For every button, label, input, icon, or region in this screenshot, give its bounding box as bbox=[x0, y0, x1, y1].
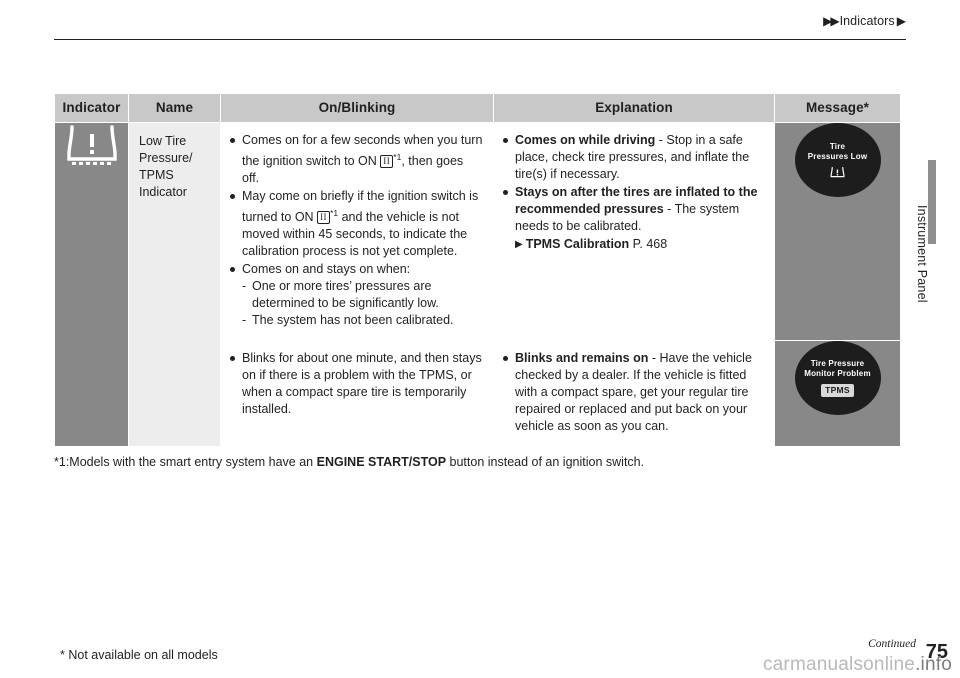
watermark-dark: .info bbox=[915, 654, 952, 675]
bullet-item: Comes on for a few seconds when you turn… bbox=[229, 132, 483, 187]
ignition-key-glyph: II bbox=[317, 211, 331, 225]
bullet-text: Comes on and stays on when: bbox=[242, 262, 411, 277]
cross-reference[interactable]: ▶ TPMS Calibration P. 468 bbox=[502, 236, 764, 254]
explanation-cell-row2: Blinks and remains on - Have the vehicle… bbox=[493, 340, 775, 448]
bullet-item: Blinks for about one minute, and then st… bbox=[229, 350, 483, 418]
indicator-name: Low Tire Pressure/ TPMS Indicator bbox=[128, 121, 221, 448]
col-header-message: Message* bbox=[774, 93, 901, 123]
tpms-badge: TPMS bbox=[821, 384, 854, 398]
footer-note: * Not available on all models bbox=[60, 648, 218, 662]
ignition-key-glyph: II bbox=[380, 155, 394, 169]
watermark-light: carmanualsonline bbox=[762, 654, 916, 675]
explanation-bold: Comes on while driving bbox=[515, 133, 656, 147]
continued-label: Continued bbox=[868, 638, 916, 650]
footnote-ref: *1 bbox=[330, 208, 339, 219]
reference-label: TPMS Calibration bbox=[525, 237, 630, 251]
header-arrows-left: ▶▶ bbox=[823, 14, 840, 28]
low-tire-pressure-icon bbox=[66, 123, 118, 167]
bullet-item: Blinks and remains on - Have the vehicle… bbox=[502, 350, 764, 435]
message-line-2: Monitor Problem bbox=[804, 369, 871, 379]
bullet-item: Comes on while driving - Stop in a safe … bbox=[502, 132, 764, 183]
watermark: carmanualsonline.info bbox=[763, 654, 952, 676]
reference-arrow-icon: ▶ bbox=[515, 239, 523, 250]
col-header-name: Name bbox=[128, 93, 221, 123]
header-title: Indicators bbox=[839, 14, 895, 28]
on-blinking-cell-row2: Blinks for about one minute, and then st… bbox=[220, 340, 494, 448]
reference-page: P. 468 bbox=[632, 237, 668, 251]
section-tab-marker bbox=[928, 160, 936, 244]
table-row: Low Tire Pressure/ TPMS Indicator Comes … bbox=[54, 121, 901, 448]
message-graphic: Tire Pressure Monitor Problem TPMS bbox=[794, 341, 881, 416]
col-header-onblinking: On/Blinking bbox=[220, 93, 494, 123]
footnote-prefix: *1:Models with the smart entry system ha… bbox=[54, 455, 317, 469]
message-cell-row1: Tire Pressures Low bbox=[774, 121, 901, 342]
message-line-1: Tire bbox=[829, 141, 846, 151]
message-graphic: Tire Pressures Low bbox=[794, 123, 881, 197]
indicator-cell bbox=[54, 121, 129, 448]
explanation-cell-row1: Comes on while driving - Stop in a safe … bbox=[493, 121, 775, 342]
bullet-item: Stays on after the tires are inflated to… bbox=[502, 184, 764, 235]
message-cell-row2: Tire Pressure Monitor Problem TPMS bbox=[774, 340, 901, 448]
indicators-table: Indicator Name On/Blinking Explanation M… bbox=[54, 93, 901, 448]
table-header-row: Indicator Name On/Blinking Explanation M… bbox=[54, 93, 901, 123]
sub-item: One or more tires’ pressures are determi… bbox=[242, 278, 483, 312]
col-header-explanation: Explanation bbox=[493, 93, 775, 123]
footnote-suffix: button instead of an ignition switch. bbox=[446, 455, 645, 469]
tire-pressure-icon bbox=[830, 166, 845, 179]
on-blinking-cell-row1: Comes on for a few seconds when you turn… bbox=[220, 121, 494, 342]
bullet-item: Comes on and stays on when: One or more … bbox=[229, 261, 483, 329]
header-divider bbox=[54, 39, 906, 40]
section-label: Instrument Panel bbox=[915, 205, 929, 303]
page-header: ▶▶ Indicators ▶ bbox=[823, 14, 906, 28]
message-line-2: Pressures Low bbox=[807, 151, 868, 161]
message-line-1: Tire Pressure bbox=[810, 359, 865, 369]
footnote-bold: ENGINE START/STOP bbox=[316, 455, 447, 469]
footnote: *1:Models with the smart entry system ha… bbox=[54, 455, 644, 469]
explanation-bold: Blinks and remains on bbox=[515, 351, 649, 366]
sub-item: The system has not been calibrated. bbox=[242, 312, 483, 329]
col-header-indicator: Indicator bbox=[54, 93, 129, 123]
header-arrow-right: ▶ bbox=[896, 14, 906, 28]
bullet-item: May come on briefly if the ignition swit… bbox=[229, 188, 483, 260]
